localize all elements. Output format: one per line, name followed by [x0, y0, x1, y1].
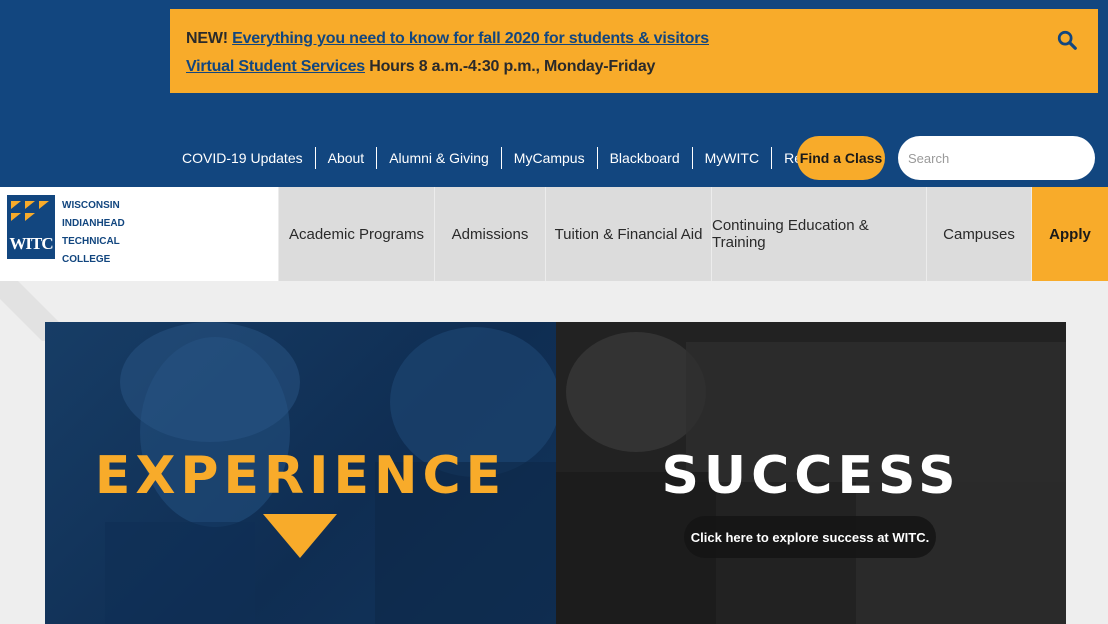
nav-campuses[interactable]: Campuses [926, 187, 1031, 281]
virtual-student-services-link[interactable]: Virtual Student Services [186, 58, 365, 75]
alert-line-1: NEW! Everything you need to know for fal… [186, 25, 1082, 53]
nav-admissions[interactable]: Admissions [434, 187, 545, 281]
find-a-class-button[interactable]: Find a Class [797, 136, 885, 180]
new-label: NEW! [186, 30, 228, 47]
logo-line-3: TECHNICAL [62, 236, 120, 247]
nav-apply[interactable]: Apply [1031, 187, 1108, 281]
util-mycampus[interactable]: MyCampus [502, 147, 598, 169]
experience-headline: EXPERIENCE [94, 446, 507, 506]
util-alumni-giving[interactable]: Alumni & Giving [377, 147, 502, 169]
util-covid-updates[interactable]: COVID-19 Updates [170, 147, 316, 169]
fall-2020-link[interactable]: Everything you need to know for fall 202… [232, 30, 709, 47]
search-icon[interactable] [1056, 29, 1078, 51]
logo-triangles-icon [11, 201, 49, 221]
search-input[interactable] [898, 136, 1095, 180]
util-mywitc[interactable]: MyWITC [693, 147, 773, 169]
nav-academic-programs[interactable]: Academic Programs [278, 187, 434, 281]
logo-line-1: WISCONSIN [62, 200, 120, 211]
top-header: NEW! Everything you need to know for fal… [0, 0, 1108, 187]
logo-mark-text: WITC [9, 234, 53, 253]
alert-line-2: Virtual Student Services Hours 8 a.m.-4:… [186, 53, 1082, 81]
logo-line-4: COLLEGE [62, 254, 111, 265]
triangle-down-icon[interactable] [263, 514, 337, 558]
logo-line-2: INDIANHEAD [62, 218, 125, 229]
util-about[interactable]: About [316, 147, 378, 169]
logo-wordmark: WISCONSIN INDIANHEAD TECHNICAL COLLEGE [62, 197, 125, 269]
nav-continuing-education[interactable]: Continuing Education & Training [711, 187, 926, 281]
success-headline: SUCCESS [661, 446, 961, 506]
alert-banner: NEW! Everything you need to know for fal… [170, 9, 1098, 93]
main-nav: WITC WISCONSIN INDIANHEAD TECHNICAL COLL… [0, 187, 1108, 281]
hours-text: Hours 8 a.m.-4:30 p.m., Monday-Friday [369, 58, 656, 75]
logo-mark: WITC [7, 195, 55, 259]
hero: EXPERIENCE SUCCESS Click here to explore… [45, 322, 1066, 624]
nav-tuition-financial-aid[interactable]: Tuition & Financial Aid [545, 187, 711, 281]
witc-logo[interactable]: WITC WISCONSIN INDIANHEAD TECHNICAL COLL… [0, 187, 278, 281]
experience-panel[interactable]: EXPERIENCE [45, 322, 556, 624]
success-panel[interactable]: SUCCESS Click here to explore success at… [556, 322, 1066, 624]
util-blackboard[interactable]: Blackboard [598, 147, 693, 169]
explore-success-button[interactable]: Click here to explore success at WITC. [684, 516, 936, 558]
utility-nav: COVID-19 Updates About Alumni & Giving M… [170, 136, 875, 180]
